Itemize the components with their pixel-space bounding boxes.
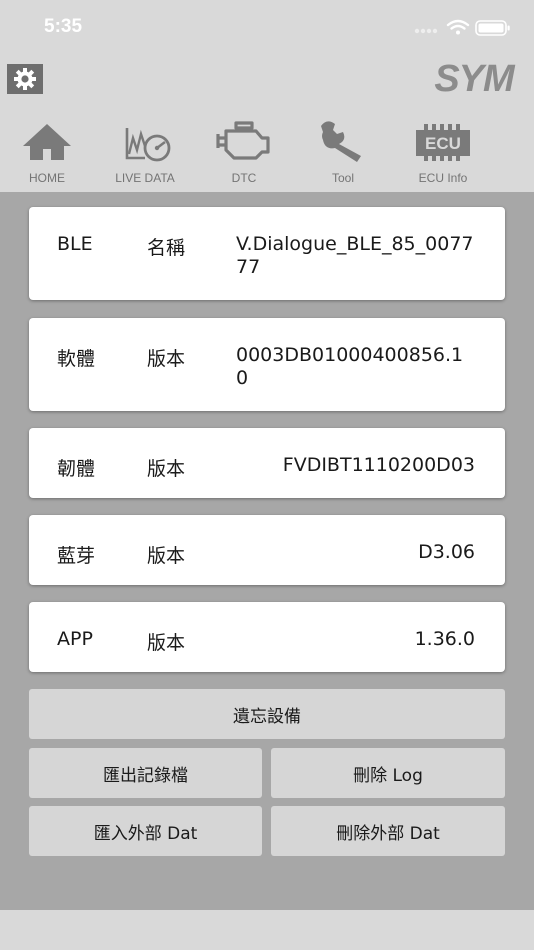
brand-logo: SYM (424, 58, 524, 106)
info-value: 0003DB01000400856.10 (236, 344, 464, 389)
svg-text:ECU: ECU (425, 134, 461, 153)
tab-ecu-info[interactable]: ECU ECU Info (398, 114, 488, 188)
tab-home[interactable]: HOME (2, 114, 92, 188)
info-key: 軟體 (57, 348, 96, 370)
wrench-icon (321, 121, 361, 162)
tab-dtc[interactable]: DTC (199, 114, 289, 188)
info-card-bluetooth-version: 藍芽 版本 D3.06 (29, 515, 505, 585)
home-icon (23, 124, 71, 160)
settings-button[interactable] (7, 64, 43, 94)
info-key: BLE (57, 233, 93, 255)
info-value: 1.36.0 (414, 628, 475, 650)
delete-log-button[interactable]: 刪除 Log (271, 748, 505, 798)
info-key-type: 版本 (147, 348, 186, 370)
status-icons (414, 17, 514, 37)
info-card-ble-name: BLE 名稱 V.Dialogue_BLE_85_007777 (29, 207, 505, 300)
info-key-type: 版本 (147, 632, 186, 654)
export-log-button[interactable]: 匯出記錄檔 (29, 748, 262, 798)
info-value: FVDIBT1110200D03 (282, 454, 475, 476)
info-key: 藍芽 (57, 545, 96, 567)
tab-tool[interactable]: Tool (298, 114, 388, 188)
info-icon (515, 114, 534, 164)
wifi-icon (446, 19, 470, 30)
tab-info[interactable]: I (500, 114, 534, 188)
status-time: 5:35 (44, 16, 83, 37)
app-header: SYM (0, 56, 534, 106)
info-key-type: 版本 (147, 458, 186, 480)
status-bar: 5:35 (0, 0, 534, 56)
ecu-icon: ECU (416, 124, 470, 161)
import-dat-button[interactable]: 匯入外部 Dat (29, 806, 262, 856)
delete-dat-button[interactable]: 刪除外部 Dat (271, 806, 505, 856)
info-card-firmware-version: 韌體 版本 FVDIBT1110200D03 (29, 428, 505, 498)
forget-device-button[interactable]: 遺忘設備 (29, 689, 505, 739)
cellular-signal-icon (414, 28, 438, 34)
svg-text:SYM: SYM (434, 58, 516, 100)
info-value: V.Dialogue_BLE_85_007777 (236, 233, 474, 278)
info-card-app-version: APP 版本 1.36.0 (29, 602, 505, 672)
info-key: APP (57, 628, 93, 650)
info-value: D3.06 (418, 541, 475, 563)
bottom-bar (0, 910, 534, 950)
battery-icon (475, 20, 510, 36)
info-key: 韌體 (57, 458, 96, 480)
info-card-software-version: 軟體 版本 0003DB01000400856.10 (29, 318, 505, 411)
tab-live-data[interactable]: LIVE DATA (100, 114, 190, 188)
gear-icon (14, 68, 36, 90)
gauge-icon (125, 128, 171, 162)
tab-bar: HOME LIVE DATA DTC Tool ECU ECU Info (0, 106, 534, 192)
engine-icon (216, 121, 270, 160)
info-key-type: 名稱 (147, 237, 186, 259)
info-key-type: 版本 (147, 545, 186, 567)
